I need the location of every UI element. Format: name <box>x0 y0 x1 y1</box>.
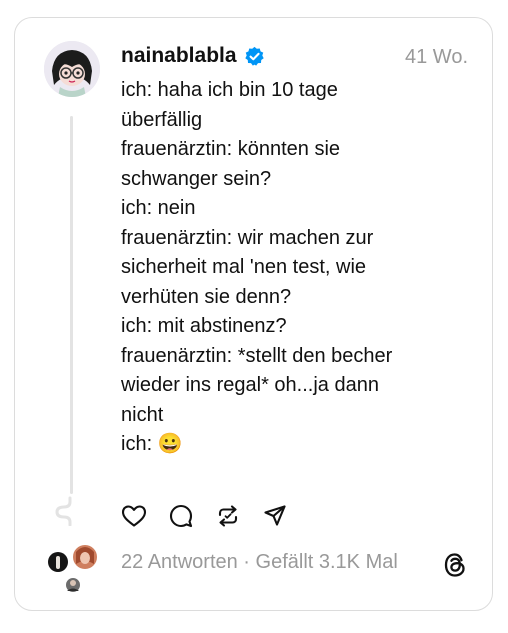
reply-button[interactable] <box>168 503 194 529</box>
post-line: frauenärztin: wir machen zur <box>121 226 374 249</box>
share-button[interactable] <box>262 503 288 529</box>
post-line: nicht <box>121 403 164 426</box>
post-timestamp[interactable]: 41 Wo. <box>405 46 468 69</box>
threads-logo-icon[interactable] <box>443 552 467 578</box>
heart-icon <box>121 505 147 527</box>
user-avatar[interactable] <box>44 41 100 97</box>
post-line: verhüten sie denn? <box>121 285 292 308</box>
like-button[interactable] <box>121 503 147 529</box>
avatar-illustration <box>44 41 100 97</box>
send-icon <box>264 505 286 526</box>
post-text: ich: haha ich bin 10 tage überfällig fra… <box>121 76 466 460</box>
post-line: ich: 😀 <box>121 433 183 455</box>
username[interactable]: nainablabla <box>121 44 237 68</box>
post-line: sicherheit mal 'nen test, wie <box>121 256 367 278</box>
verified-badge-icon <box>244 46 264 66</box>
thread-curl <box>55 496 72 526</box>
comment-icon <box>169 504 193 528</box>
post-line: frauenärztin: *stellt den becher <box>121 344 393 367</box>
post-line: frauenärztin: könnten sie <box>121 138 341 160</box>
replier-avatars[interactable] <box>40 538 110 598</box>
repost-icon <box>218 505 238 527</box>
repost-button[interactable] <box>215 503 241 529</box>
post-line: ich: nein <box>121 197 196 219</box>
username-row: nainablabla <box>121 44 265 68</box>
post-line: ich: haha ich bin 10 tage <box>121 79 338 101</box>
post-stats[interactable]: 22 Antworten · Gefällt 3.1K Mal <box>121 551 398 574</box>
thread-line <box>70 116 73 494</box>
action-bar <box>121 503 309 529</box>
post-line: ich: mit abstinenz? <box>121 315 287 337</box>
post-line: wieder ins regal* oh...ja dann <box>121 374 379 396</box>
post-line: schwanger sein? <box>121 167 272 190</box>
post-line: überfällig <box>121 108 203 131</box>
